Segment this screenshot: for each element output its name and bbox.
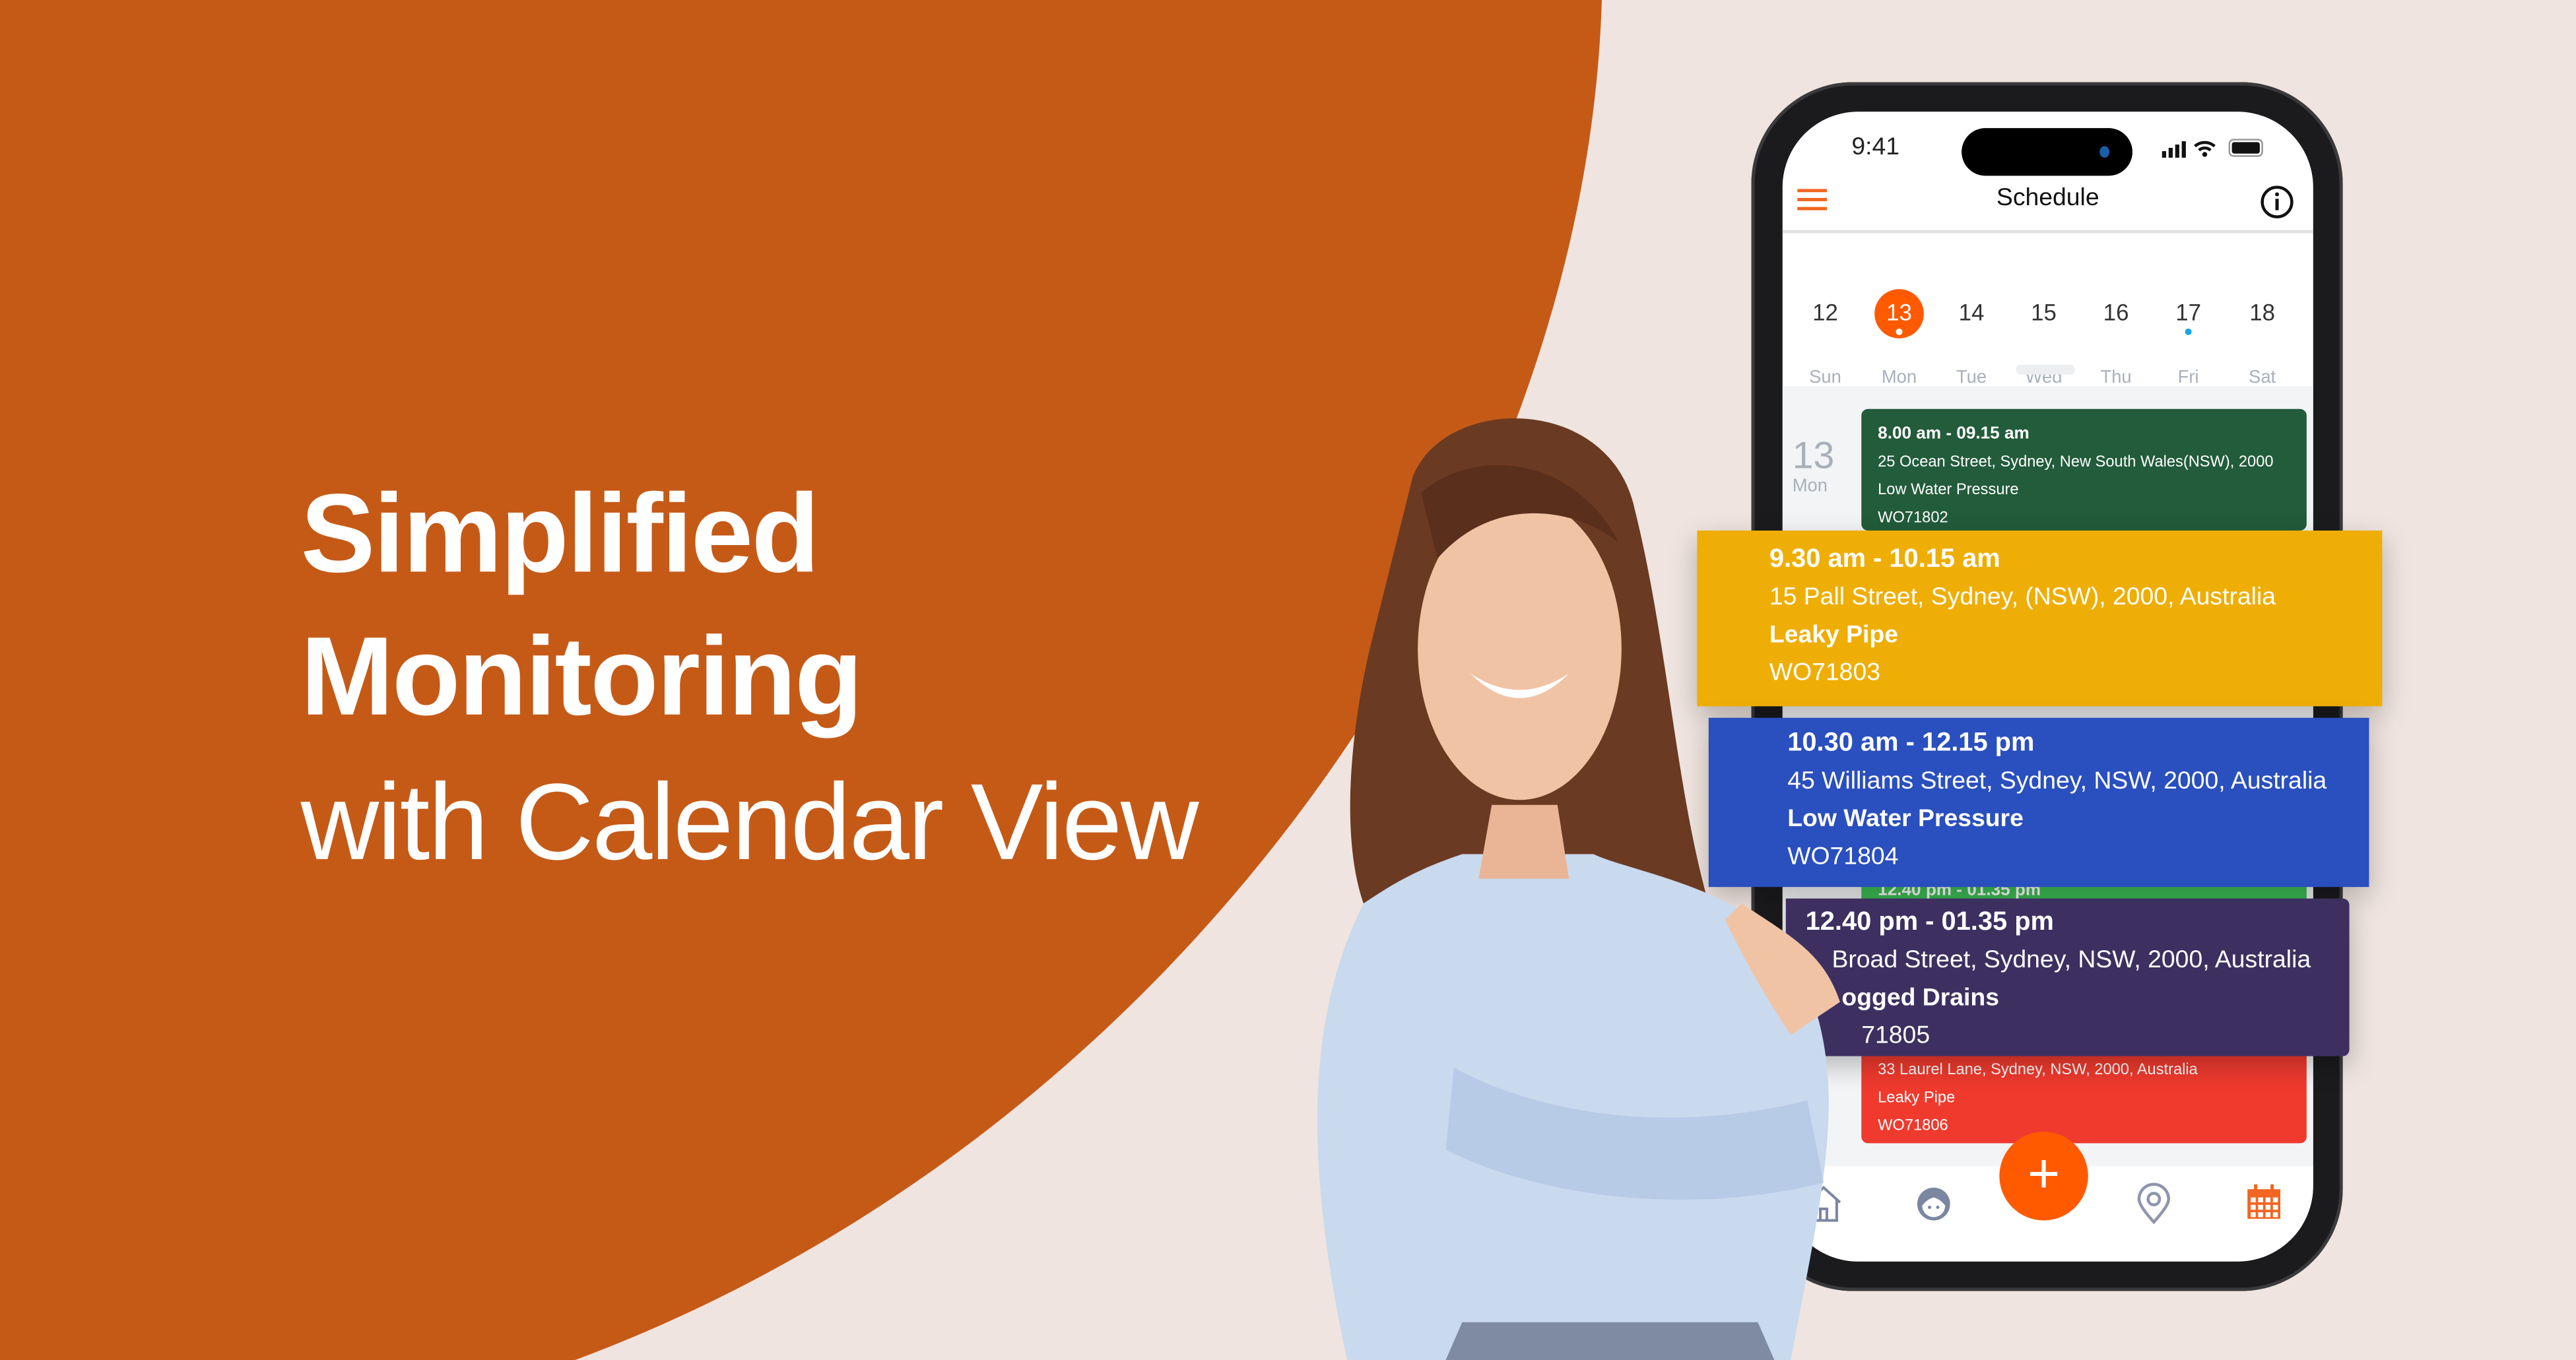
calendar-icon[interactable] (2244, 1182, 2284, 1222)
appointment-address: 33 Laurel Lane, Sydney, NSW, 2000, Austr… (1878, 1061, 2198, 1080)
date-16[interactable]: 16 (2083, 299, 2149, 325)
appointment-id: WO71802 (1878, 509, 1948, 528)
appointment-time: 12.40 pm - 01.35 pm (1805, 908, 2054, 936)
appointment-time: 8.00 am - 09.15 am (1878, 424, 2030, 444)
add-icon: + (2027, 1143, 2061, 1206)
header-divider (1782, 230, 2313, 234)
promo-banner: Simplified Monitoring with Calendar View… (0, 0, 2576, 1360)
appointment-card[interactable]: 33 Laurel Lane, Sydney, NSW, 2000, Austr… (1861, 1056, 2307, 1144)
appointment-card[interactable]: 8.00 am - 09.15 am 25 Ocean Street, Sydn… (1861, 408, 2307, 531)
woman-photo (1317, 418, 1840, 1360)
appointment-issue: ogged Drains (1841, 984, 2000, 1012)
weekday-thu: Thu (2100, 368, 2132, 388)
status-icons (2162, 139, 2263, 158)
dynamic-island (1962, 128, 2132, 176)
date-12[interactable]: 12 (1793, 299, 1859, 325)
date-17[interactable]: 17 (2156, 299, 2222, 325)
event-dot (1896, 328, 1903, 335)
weekday-tue: Tue (1956, 368, 1987, 388)
weekday-mon: Mon (1881, 368, 1917, 388)
date-13[interactable]: 13 (1866, 299, 1932, 325)
add-button[interactable]: + (1999, 1132, 2088, 1221)
date-14[interactable]: 14 (1938, 299, 2004, 325)
date-18[interactable]: 18 (2229, 299, 2295, 325)
weekday-fri: Fri (2177, 368, 2199, 388)
location-icon[interactable] (2134, 1182, 2173, 1225)
hero-subtitle: with Calendar View (300, 760, 1199, 882)
weekday-sun: Sun (1809, 368, 1841, 388)
header-title: Schedule (1996, 183, 2099, 212)
appointment-id: WO71806 (1878, 1117, 1948, 1136)
weekday-sat: Sat (2249, 368, 2276, 388)
appointment-address: Broad Street, Sydney, NSW, 2000, Austral… (1832, 946, 2311, 975)
appointment-issue: Leaky Pipe (1878, 1089, 1956, 1107)
hero-title-line2: Monitoring (300, 614, 863, 740)
hero-title-line1: Simplified (300, 471, 820, 597)
date-15[interactable]: 15 (2011, 299, 2077, 325)
status-time: 9:41 (1851, 133, 1900, 161)
appointment-id: 71805 (1861, 1021, 1931, 1050)
event-dot (2185, 328, 2192, 335)
appointment-issue: Low Water Pressure (1878, 481, 2019, 500)
appointment-address: 25 Ocean Street, Sydney, New South Wales… (1878, 453, 2274, 472)
drag-handle[interactable] (2016, 364, 2075, 375)
profile-icon[interactable] (1914, 1184, 1954, 1224)
info-icon[interactable] (2259, 184, 2295, 220)
